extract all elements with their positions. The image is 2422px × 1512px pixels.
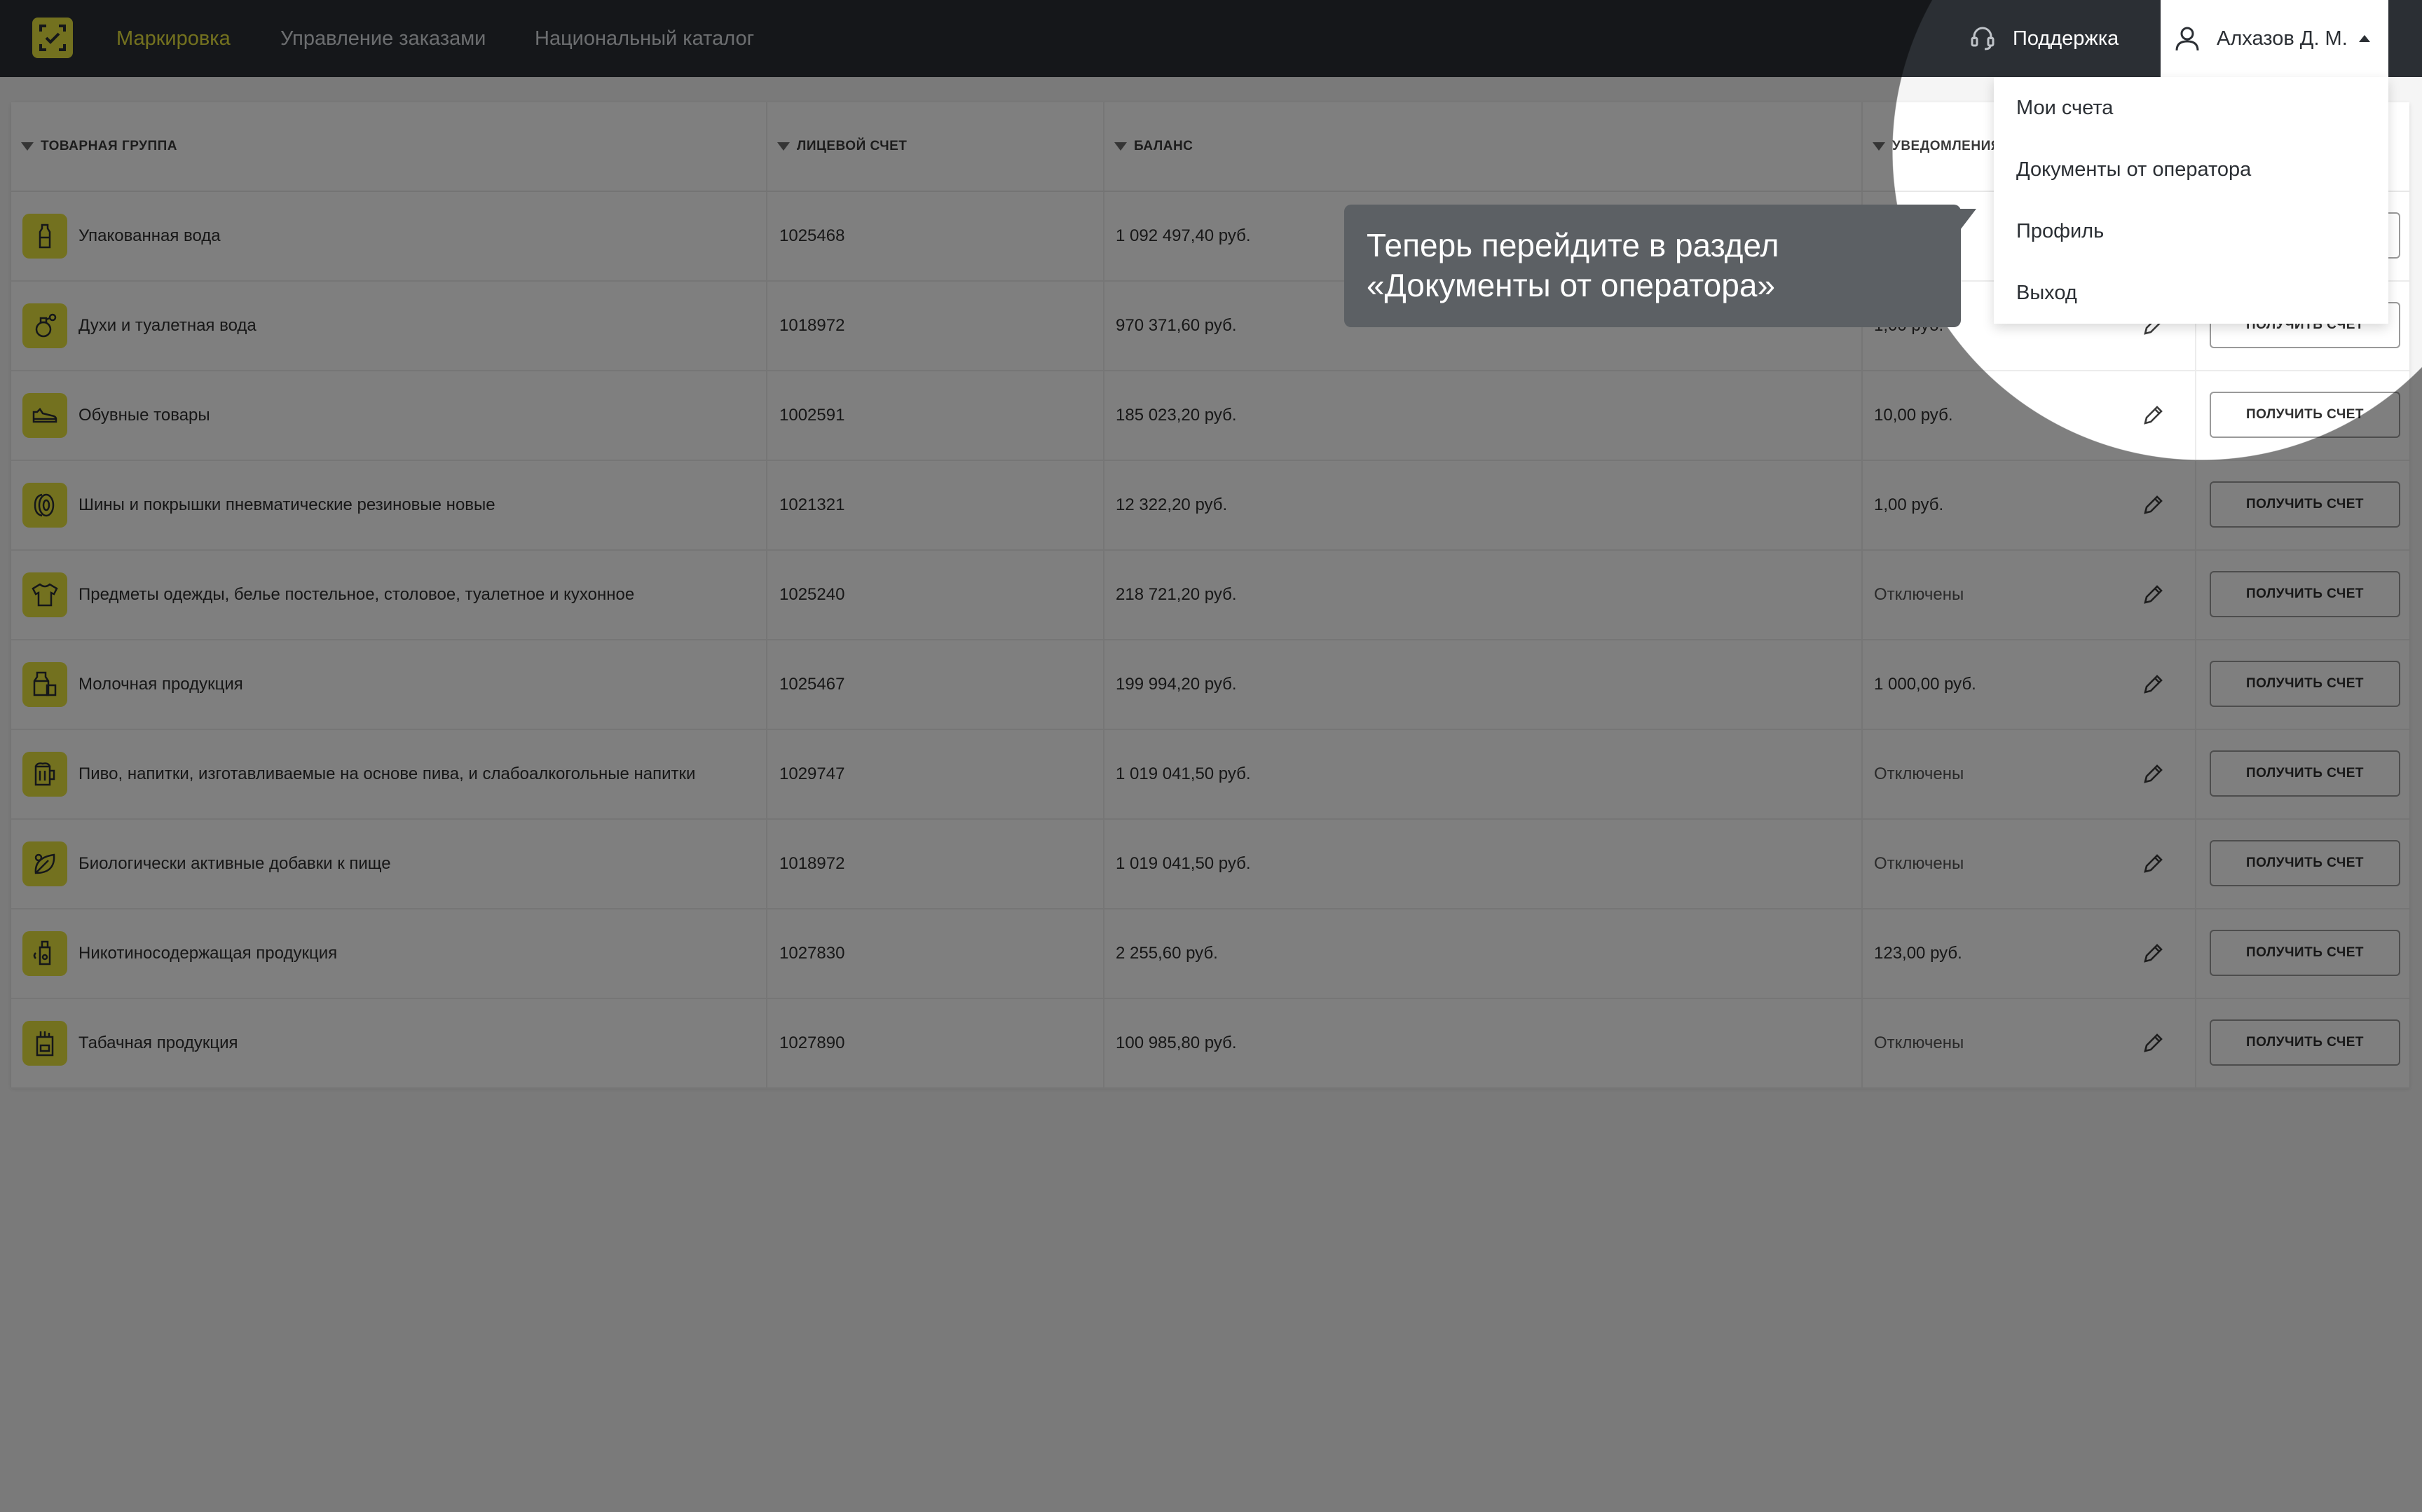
menu-item-operator-documents[interactable]: Документы от оператора <box>2016 139 2251 200</box>
user-menu-button[interactable]: Алхазов Д. М. <box>2161 0 2388 77</box>
menu-item-profile[interactable]: Профиль <box>2016 200 2104 262</box>
tooltip-arrow <box>1958 209 1976 233</box>
menu-item-my-accounts[interactable]: Мои счета <box>2016 77 2113 139</box>
tutorial-tooltip: Теперь перейдите в раздел «Документы от … <box>1344 205 1976 327</box>
tooltip-text-line2: «Документы от оператора» <box>1367 267 1776 303</box>
menu-item-logout[interactable]: Выход <box>2016 262 2077 324</box>
user-icon <box>2175 27 2199 51</box>
caret-up-icon <box>2358 35 2370 42</box>
user-dropdown-menu: Мои счета Документы от оператора Профиль… <box>1994 77 2388 324</box>
user-name: Алхазов Д. М. <box>2217 27 2348 50</box>
tooltip-text-line1: Теперь перейдите в раздел <box>1367 227 1779 263</box>
